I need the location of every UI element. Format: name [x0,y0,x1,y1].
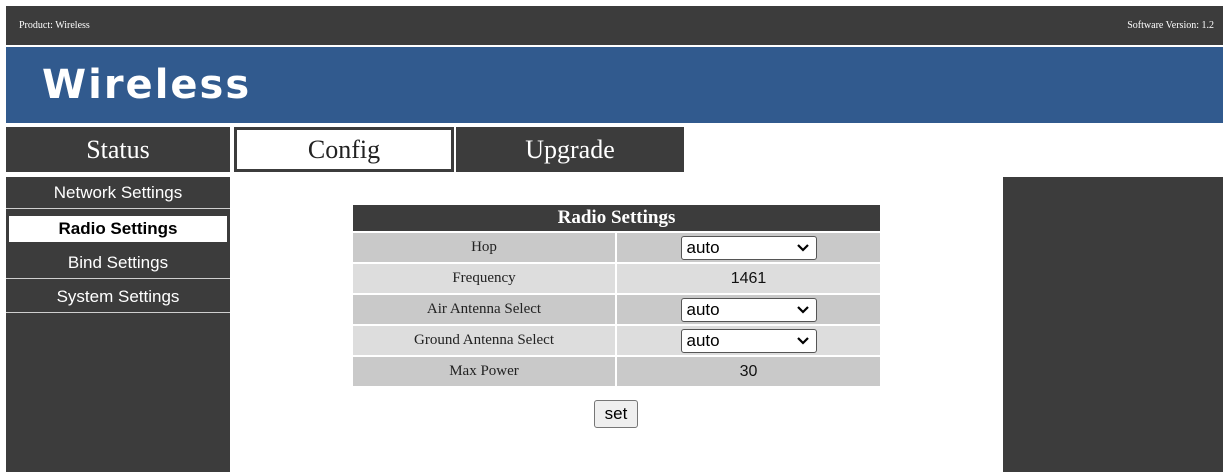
sidebar: Network Settings Radio Settings Bind Set… [6,177,230,472]
table-row: Air Antenna Select auto [353,295,880,324]
set-button[interactable]: set [594,400,638,428]
table-row: Ground Antenna Select auto [353,326,880,355]
table-row: Frequency 1461 [353,264,880,293]
ground-antenna-select[interactable]: auto [680,328,817,353]
air-antenna-select-value: auto [686,299,720,319]
hop-select[interactable]: auto [680,235,817,260]
right-panel [1003,177,1223,472]
ground-antenna-label: Ground Antenna Select [353,326,615,355]
table-row: Max Power 30 [353,357,880,386]
table-title: Radio Settings [353,205,880,231]
sidebar-item-bind-settings[interactable]: Bind Settings [6,247,230,279]
chevron-down-icon [796,305,809,314]
top-bar: Product: Wireless Software Version: 1.2 [6,6,1223,45]
sidebar-item-network-settings[interactable]: Network Settings [6,177,230,209]
product-label: Product: Wireless [19,20,90,31]
tab-status[interactable]: Status [6,127,230,172]
air-antenna-label: Air Antenna Select [353,295,615,324]
frequency-label: Frequency [353,264,615,293]
tab-config[interactable]: Config [234,127,454,172]
logo-text: Wireless [42,62,252,108]
ground-antenna-select-value: auto [686,330,720,350]
chevron-down-icon [796,336,809,345]
frequency-value: 1461 [617,264,880,293]
max-power-value: 30 [617,357,880,386]
radio-settings-table: Radio Settings Hop auto Frequency 1461 A… [353,205,880,386]
software-version-label: Software Version: 1.2 [1127,20,1214,31]
sidebar-item-radio-settings[interactable]: Radio Settings [6,213,230,245]
air-antenna-select[interactable]: auto [680,297,817,322]
hop-select-value: auto [686,237,720,257]
hop-label: Hop [353,233,615,262]
max-power-label: Max Power [353,357,615,386]
sidebar-item-system-settings[interactable]: System Settings [6,281,230,313]
table-row: Hop auto [353,233,880,262]
chevron-down-icon [796,243,809,252]
header-banner: Wireless [6,47,1223,123]
tab-upgrade[interactable]: Upgrade [456,127,684,172]
